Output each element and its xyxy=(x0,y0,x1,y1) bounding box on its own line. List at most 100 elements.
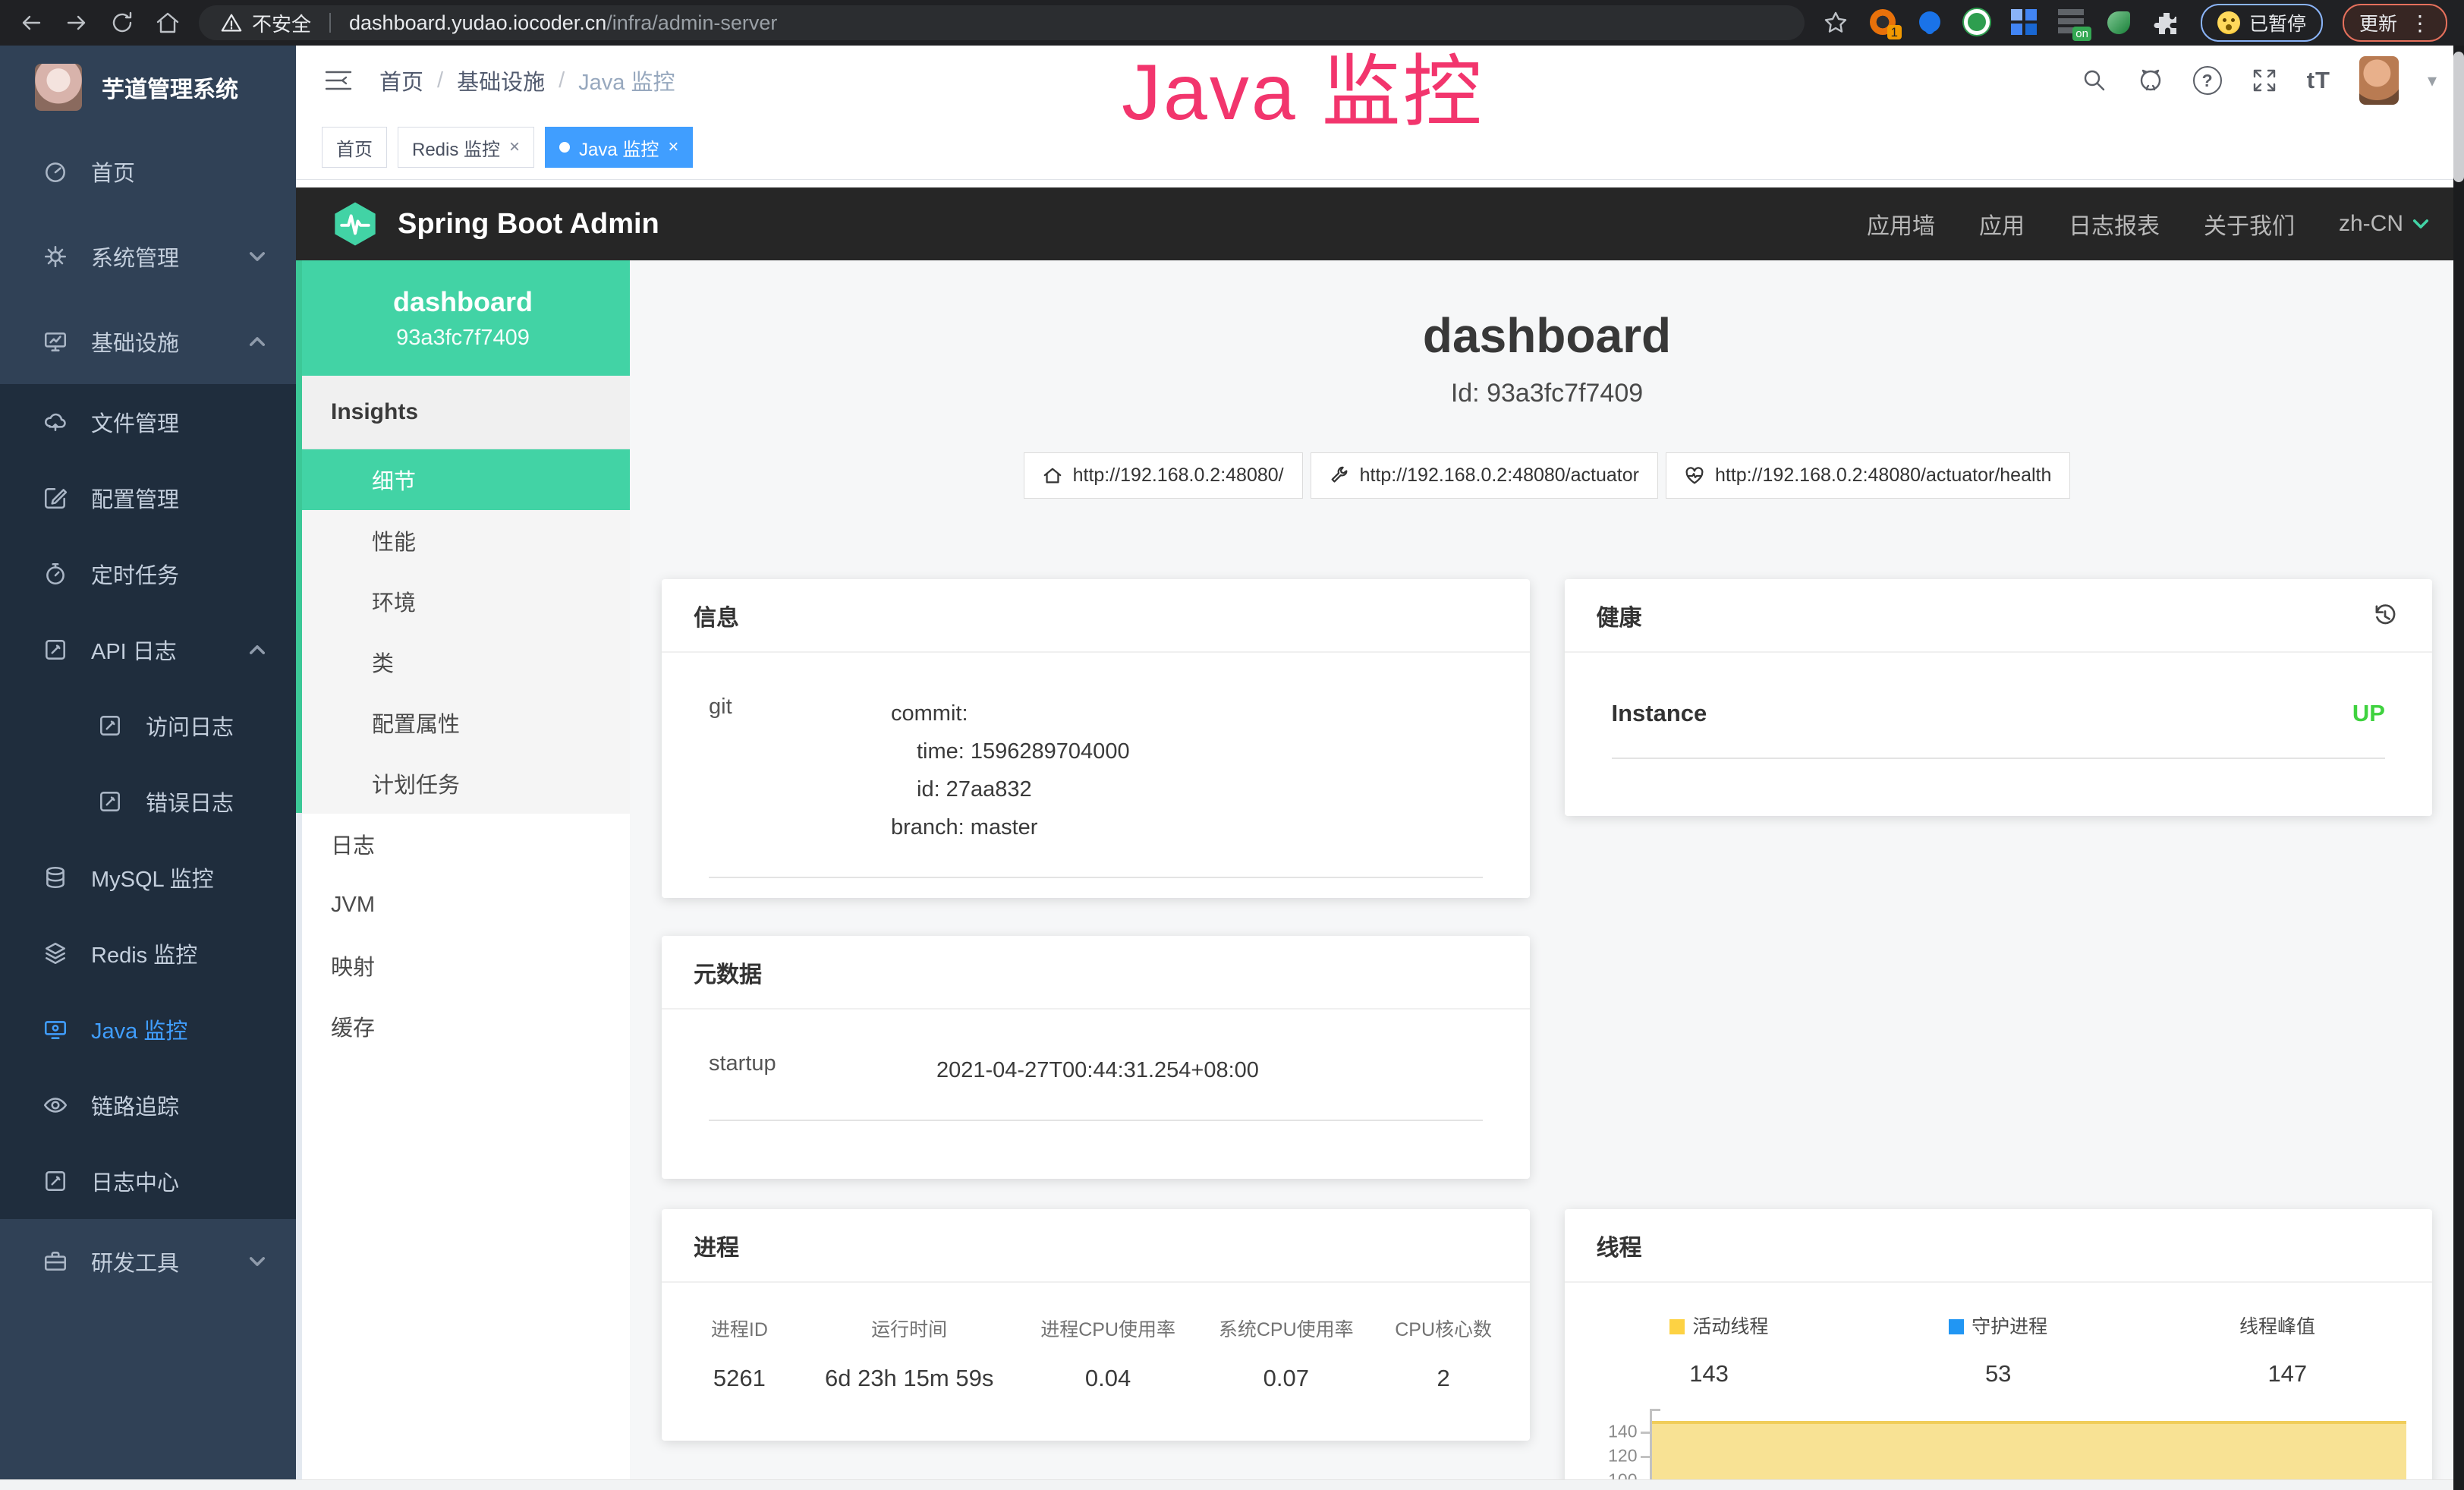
sba-nav-wallboard[interactable]: 应用墙 xyxy=(1867,207,1935,241)
sidebar-item-redis-monitor[interactable]: Redis 监控 xyxy=(0,915,296,991)
threads-card-title: 线程 xyxy=(1597,1229,1642,1262)
extension-green-circle-icon[interactable] xyxy=(1964,9,1991,36)
sidebar-item-mysql-monitor[interactable]: MySQL 监控 xyxy=(0,840,296,915)
horizontal-scrollbar[interactable] xyxy=(0,1479,2453,1490)
sba-nav-applications[interactable]: 应用 xyxy=(1979,207,2025,241)
avatar-caret-icon[interactable]: ▾ xyxy=(2428,70,2437,92)
update-label: 更新 xyxy=(2359,9,2397,36)
chevron-down-icon xyxy=(249,251,266,262)
sidebar-item-java-monitor[interactable]: Java 监控 xyxy=(0,991,296,1067)
edit-icon xyxy=(42,485,68,511)
metadata-startup-row: startup 2021-04-27T00:44:31.254+08:00 xyxy=(662,1010,1530,1089)
instance-header[interactable]: dashboard 93a3fc7f7409 xyxy=(296,260,630,376)
sba-side-item-metrics[interactable]: 性能 xyxy=(296,510,630,571)
bookmark-star-icon[interactable] xyxy=(1821,8,1850,37)
back-icon[interactable] xyxy=(17,8,46,37)
help-icon[interactable]: ? xyxy=(2193,66,2222,95)
sidebar-item-scheduled-jobs[interactable]: 定时任务 xyxy=(0,536,296,612)
browser-toolbar: 不安全 dashboard.yudao.iocoder.cn/infra/adm… xyxy=(0,0,2464,46)
row-divider xyxy=(709,877,1483,878)
breadcrumb-home[interactable]: 首页 xyxy=(379,65,423,96)
sidebar-item-file-manage[interactable]: 文件管理 xyxy=(0,384,296,460)
tag-home[interactable]: 首页 xyxy=(322,127,387,168)
sba-logo-icon xyxy=(331,200,379,248)
sidebar-item-tracing[interactable]: 链路追踪 xyxy=(0,1067,296,1143)
hamburger-icon[interactable] xyxy=(323,68,354,93)
sba-side-item-caches[interactable]: 缓存 xyxy=(296,996,630,1057)
health-key: Instance xyxy=(1612,700,1707,727)
threads-chart: 140 120 100 xyxy=(1584,1409,2413,1490)
extension-grid-icon[interactable] xyxy=(2011,9,2038,36)
close-icon[interactable]: × xyxy=(668,137,678,158)
sba-side-item-scheduled-tasks[interactable]: 计划任务 xyxy=(296,753,630,814)
reload-icon[interactable] xyxy=(108,8,137,37)
extension-leaf-icon[interactable] xyxy=(2105,9,2132,36)
profile-paused-badge[interactable]: 已暂停 xyxy=(2201,4,2323,42)
address-bar[interactable]: 不安全 dashboard.yudao.iocoder.cn/infra/adm… xyxy=(199,5,1805,40)
sidebar-item-api-log[interactable]: API 日志 xyxy=(0,612,296,688)
forward-icon[interactable] xyxy=(62,8,91,37)
system-cpu: 0.07 xyxy=(1195,1365,1377,1392)
actuator-url-chip[interactable]: http://192.168.0.2:48080/actuator xyxy=(1311,452,1658,499)
sba-side-item-logs[interactable]: 日志 xyxy=(296,814,630,874)
extensions-puzzle-icon[interactable] xyxy=(2152,8,2181,37)
process-cpu: 0.04 xyxy=(1021,1365,1195,1392)
vertical-scrollbar-thumb[interactable] xyxy=(2453,52,2464,182)
breadcrumb-infra[interactable]: 基础设施 xyxy=(457,65,545,96)
process-pid: 5261 xyxy=(681,1365,798,1392)
close-icon[interactable]: × xyxy=(509,137,520,158)
sba-nav-about[interactable]: 关于我们 xyxy=(2204,207,2295,241)
yellow-swatch xyxy=(1669,1319,1685,1334)
extension-list-icon[interactable]: on xyxy=(2058,9,2085,36)
sba-side-item-environment[interactable]: 环境 xyxy=(296,571,630,632)
sba-language-select[interactable]: zh-CN xyxy=(2339,211,2429,237)
search-icon[interactable] xyxy=(2081,67,2108,94)
sba-side-item-config-props[interactable]: 配置属性 xyxy=(296,692,630,753)
health-url-chip[interactable]: http://192.168.0.2:48080/actuator/health xyxy=(1666,452,2070,499)
sidebar-item-infra[interactable]: 基础设施 xyxy=(0,299,296,384)
sba-side-item-classes[interactable]: 类 xyxy=(296,632,630,692)
update-chrome-button[interactable]: 更新 ⋮ xyxy=(2343,4,2447,42)
sidebar-item-dev-tools[interactable]: 研发工具 xyxy=(0,1219,296,1304)
info-key: git xyxy=(709,695,891,846)
user-avatar[interactable] xyxy=(2359,56,2399,105)
history-icon[interactable] xyxy=(2370,600,2400,631)
browser-menu-icon[interactable]: ⋮ xyxy=(2409,11,2431,36)
vertical-scrollbar[interactable] xyxy=(2453,46,2464,1490)
threads-values: 143 53 147 xyxy=(1565,1339,2433,1388)
tag-redis-monitor[interactable]: Redis 监控 × xyxy=(398,127,534,168)
extension-orange-icon[interactable]: 1 xyxy=(1870,9,1897,36)
site-security[interactable]: 不安全 xyxy=(220,9,311,37)
extension-pin-icon[interactable] xyxy=(1917,9,1944,36)
legend-peak-threads: 线程峰值 xyxy=(2138,1312,2417,1339)
tag-java-monitor[interactable]: Java 监控 × xyxy=(545,127,693,168)
chart-y-axis-labels: 140 120 100 xyxy=(1584,1409,1650,1490)
sidebar-item-error-log[interactable]: 错误日志 xyxy=(0,764,296,840)
sba-side-item-details[interactable]: 细节 xyxy=(296,449,630,510)
sba-side-item-jvm[interactable]: JVM xyxy=(296,874,630,935)
monitor-chart-icon xyxy=(42,329,68,354)
sidebar-item-config-manage[interactable]: 配置管理 xyxy=(0,460,296,536)
breadcrumb-current: Java 监控 xyxy=(578,65,675,96)
sba-navbar: Spring Boot Admin 应用墙 应用 日志报表 关于我们 zh-CN xyxy=(296,187,2464,260)
sba-instance-sidebar: dashboard 93a3fc7f7409 Insights 细节 性能 环境… xyxy=(296,260,630,1490)
fullscreen-icon[interactable] xyxy=(2251,67,2278,94)
home-icon[interactable] xyxy=(153,8,182,37)
sidebar-item-access-log[interactable]: 访问日志 xyxy=(0,688,296,764)
profile-emoji-icon xyxy=(2217,11,2240,34)
font-size-icon[interactable]: tT xyxy=(2307,67,2330,94)
app-logo xyxy=(35,64,82,111)
process-uptime: 6d 23h 15m 59s xyxy=(798,1365,1021,1392)
service-url-chip[interactable]: http://192.168.0.2:48080/ xyxy=(1024,452,1303,499)
sba-side-item-mappings[interactable]: 映射 xyxy=(296,935,630,996)
info-card-title: 信息 xyxy=(694,599,739,632)
sba-nav-journal[interactable]: 日志报表 xyxy=(2069,207,2160,241)
home-icon xyxy=(1043,466,1062,486)
briefcase-icon xyxy=(42,1249,68,1274)
sidebar-item-home[interactable]: 首页 xyxy=(0,129,296,214)
github-icon[interactable] xyxy=(2137,67,2164,94)
sidebar-item-log-center[interactable]: 日志中心 xyxy=(0,1143,296,1219)
info-value: commit: time: 1596289704000 id: 27aa832 … xyxy=(891,695,1483,846)
sidebar-item-system[interactable]: 系统管理 xyxy=(0,214,296,299)
instance-name: dashboard xyxy=(393,286,533,318)
